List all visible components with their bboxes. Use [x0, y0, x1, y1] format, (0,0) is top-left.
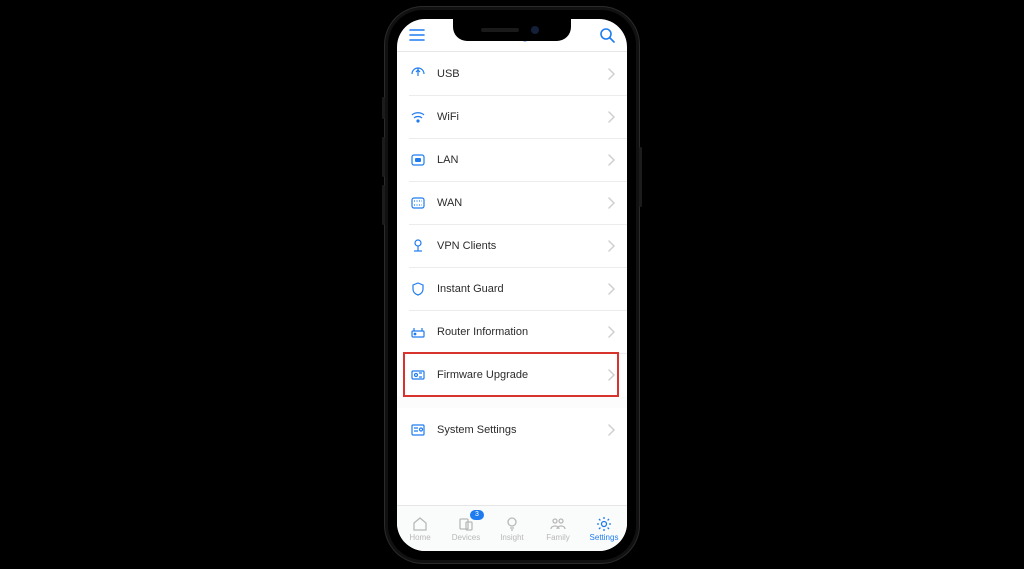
tab-label: Insight [500, 533, 524, 542]
settings-row-routerinfo[interactable]: Router Information [397, 310, 627, 353]
settings-row-label: System Settings [437, 424, 607, 436]
chevron-right-icon [607, 197, 615, 209]
settings-row-label: LAN [437, 154, 607, 166]
search-button[interactable] [597, 25, 617, 45]
settings-row-label: WAN [437, 197, 607, 209]
settings-row-wifi[interactable]: WiFi [397, 95, 627, 138]
settings-row-label: VPN Clients [437, 240, 607, 252]
settings-row-label: Router Information [437, 326, 607, 338]
lan-icon [409, 151, 427, 169]
settings-row-lan[interactable]: LAN [397, 138, 627, 181]
usb-icon [409, 65, 427, 83]
settings-row-label: Firmware Upgrade [437, 369, 607, 381]
wan-icon [409, 194, 427, 212]
settings-row-label: Instant Guard [437, 283, 607, 295]
vpn-icon [409, 237, 427, 255]
notch [453, 19, 571, 41]
firmware-icon [409, 366, 427, 384]
tab-settings[interactable]: Settings [581, 506, 627, 551]
phone-screen: Settings USB [397, 19, 627, 551]
side-button-silence [382, 97, 385, 119]
tab-home[interactable]: Home [397, 506, 443, 551]
shield-icon [409, 280, 427, 298]
chevron-right-icon [607, 154, 615, 166]
chevron-right-icon [607, 68, 615, 80]
chevron-right-icon [607, 111, 615, 123]
tab-insight[interactable]: Insight [489, 506, 535, 551]
gear-icon [595, 515, 613, 533]
settings-row-vpn[interactable]: VPN Clients [397, 224, 627, 267]
tab-label: Family [546, 533, 570, 542]
phone-frame: Settings USB [385, 7, 639, 563]
side-button-volup [382, 137, 385, 177]
tab-label: Home [409, 533, 430, 542]
chevron-right-icon [607, 424, 615, 436]
settings-row-instantguard[interactable]: Instant Guard [397, 267, 627, 310]
settings-row-wan[interactable]: WAN [397, 181, 627, 224]
settings-list: USB WiFi [397, 52, 627, 505]
settings-row-label: WiFi [437, 111, 607, 123]
search-icon [599, 27, 615, 43]
settings-row-usb[interactable]: USB [397, 52, 627, 95]
bulb-icon [503, 515, 521, 533]
settings-row-system[interactable]: System Settings [397, 408, 627, 451]
menu-button[interactable] [407, 25, 427, 45]
side-button-voldown [382, 185, 385, 225]
side-button-power [639, 147, 642, 207]
chevron-right-icon [607, 283, 615, 295]
system-settings-icon [409, 421, 427, 439]
tab-family[interactable]: Family [535, 506, 581, 551]
chevron-right-icon [607, 240, 615, 252]
tab-devices[interactable]: 3 Devices [443, 506, 489, 551]
chevron-right-icon [607, 326, 615, 338]
tab-bar: Home 3 Devices Insight [397, 505, 627, 551]
section-gap [397, 396, 627, 408]
router-info-icon [409, 323, 427, 341]
settings-row-firmware[interactable]: Firmware Upgrade [397, 353, 627, 396]
people-icon [549, 515, 567, 533]
settings-row-label: USB [437, 68, 607, 80]
stage: Settings USB [0, 0, 1024, 569]
tab-label: Devices [452, 533, 480, 542]
wifi-icon [409, 108, 427, 126]
chevron-right-icon [607, 369, 615, 381]
devices-badge: 3 [470, 510, 484, 520]
tab-label: Settings [590, 533, 619, 542]
hamburger-icon [409, 29, 425, 41]
home-icon [411, 515, 429, 533]
